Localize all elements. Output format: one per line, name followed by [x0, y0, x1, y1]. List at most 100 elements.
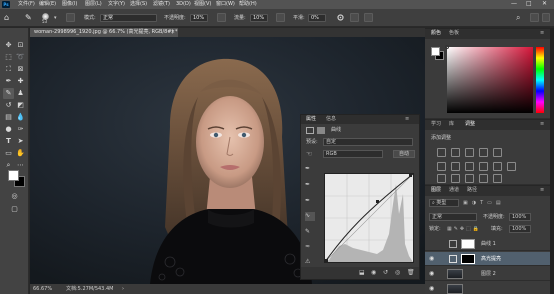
- menu-select[interactable]: 选择(S): [130, 2, 147, 7]
- dock-scrollbar[interactable]: [550, 28, 554, 294]
- black-white-icon[interactable]: [465, 162, 474, 171]
- posterize-icon[interactable]: [451, 174, 460, 183]
- menu-window[interactable]: 窗口(W): [216, 2, 235, 7]
- close-window-button[interactable]: ✕: [542, 1, 547, 7]
- layer-mask-thumbnail[interactable]: [461, 254, 475, 264]
- color-picker-cursor[interactable]: [445, 45, 449, 49]
- dodge-tool-icon[interactable]: ●: [3, 124, 14, 135]
- pencil-curve-icon[interactable]: ✎: [305, 228, 315, 237]
- sample-white-point-eyedropper-icon[interactable]: ✒: [305, 197, 315, 206]
- foreground-color-swatch-front[interactable]: [8, 170, 19, 181]
- layer-visibility-off-icon[interactable]: [429, 241, 435, 246]
- lasso-tool-icon[interactable]: ➰: [15, 52, 26, 63]
- frame-tool-icon[interactable]: ⊠: [15, 64, 26, 75]
- curves-graph[interactable]: [324, 173, 414, 263]
- opacity-input[interactable]: 10%: [190, 14, 208, 22]
- fill-input[interactable]: 100%: [509, 225, 531, 233]
- color-panel-menu-icon[interactable]: ≡: [540, 31, 544, 36]
- rectangle-tool-icon[interactable]: ▭: [3, 148, 14, 159]
- channel-select[interactable]: RGB: [323, 150, 383, 158]
- photo-filter-icon[interactable]: [479, 162, 488, 171]
- menu-help[interactable]: 帮助(H): [239, 2, 257, 7]
- layer-name[interactable]: 图层 2: [481, 272, 496, 277]
- on-image-adjust-icon[interactable]: ☜: [306, 150, 314, 158]
- maximize-button[interactable]: □: [526, 1, 532, 7]
- brush-tool-active-icon[interactable]: ✎: [3, 88, 14, 99]
- layer-row-selected[interactable]: ◉ 高光提亮: [425, 252, 550, 266]
- preset-select[interactable]: 自定: [323, 138, 413, 146]
- layer-row[interactable]: 曲线 1: [425, 237, 550, 251]
- hue-saturation-icon[interactable]: [437, 162, 446, 171]
- tab-swatches[interactable]: 色板: [449, 31, 459, 36]
- artboard-tool-icon[interactable]: ⊡: [15, 40, 26, 51]
- symmetry-icon[interactable]: [364, 13, 373, 22]
- blend-mode-select[interactable]: 正常: [429, 213, 477, 221]
- menu-image[interactable]: 图像(I): [62, 2, 77, 7]
- layers-panel-menu-icon[interactable]: ≡: [540, 188, 544, 193]
- curves-icon[interactable]: [465, 148, 474, 157]
- exposure-icon[interactable]: [479, 148, 488, 157]
- layer-name[interactable]: 曲线 1: [481, 242, 496, 247]
- menu-3d[interactable]: 3D(D): [176, 2, 191, 7]
- vibrance-icon[interactable]: [493, 148, 502, 157]
- sample-gray-point-eyedropper-icon[interactable]: ✒: [305, 181, 315, 190]
- minimize-button[interactable]: —: [511, 1, 517, 7]
- tab-paths[interactable]: 路径: [467, 188, 477, 193]
- status-more-icon[interactable]: ›: [122, 287, 124, 292]
- menu-file[interactable]: 文件(F): [18, 2, 35, 7]
- chevron-down-icon[interactable]: ▾: [54, 15, 57, 21]
- layer-mask-thumbnail[interactable]: [461, 239, 475, 249]
- brush-tool-icon[interactable]: ✎: [25, 13, 35, 23]
- clip-to-layer-icon[interactable]: ⬓: [359, 269, 365, 276]
- search-icon[interactable]: ⌕: [516, 13, 526, 23]
- type-tool-icon[interactable]: T: [3, 136, 14, 147]
- crop-tool-icon[interactable]: ⛶: [3, 64, 14, 75]
- tab-adjustments[interactable]: 调整: [465, 122, 475, 127]
- layer-filter-select[interactable]: ⌕ 类型: [429, 199, 459, 207]
- visibility-eye-icon[interactable]: ◎: [395, 269, 400, 276]
- menu-edit[interactable]: 编辑(E): [39, 2, 56, 7]
- threshold-icon[interactable]: [465, 174, 474, 183]
- brush-settings-panel-icon[interactable]: [66, 13, 75, 22]
- layer-visibility-eye-icon[interactable]: ◉: [429, 286, 435, 292]
- gradient-tool-icon[interactable]: ▤: [3, 112, 14, 123]
- layer-opacity-input[interactable]: 100%: [509, 213, 531, 221]
- levels-icon[interactable]: [451, 148, 460, 157]
- smoothing-options-gear-icon[interactable]: [336, 13, 345, 22]
- invert-icon[interactable]: [437, 174, 446, 183]
- color-lookup-icon[interactable]: [507, 162, 516, 171]
- screen-mode-icon[interactable]: ▢: [9, 204, 20, 215]
- auto-button[interactable]: 自动: [393, 150, 415, 158]
- home-icon[interactable]: ⌂: [4, 13, 12, 23]
- reset-icon[interactable]: ↺: [383, 269, 388, 276]
- smooth-curve-icon[interactable]: ≈: [305, 243, 315, 252]
- quick-mask-icon[interactable]: ◎: [9, 191, 20, 202]
- tab-properties[interactable]: 属性: [306, 117, 316, 122]
- clipping-warning-icon[interactable]: ⚠: [305, 258, 315, 267]
- flow-input[interactable]: 10%: [250, 14, 268, 22]
- brush-preset-picker[interactable]: 53: [40, 12, 52, 24]
- lock-icons[interactable]: ▦✎✥⬚🔒: [447, 227, 481, 232]
- selective-color-icon[interactable]: [479, 174, 488, 183]
- tab-info[interactable]: 信息: [326, 117, 336, 122]
- document-tab[interactable]: woman-2998996_1920.jpg @ 66.7% (高光提亮, RG…: [30, 28, 178, 37]
- curve-points-tool-icon[interactable]: ∿: [305, 212, 315, 221]
- move-tool-icon[interactable]: ✥: [3, 40, 14, 51]
- tab-libraries[interactable]: 库: [449, 122, 454, 127]
- hue-slider[interactable]: [536, 47, 544, 113]
- color-field[interactable]: [445, 45, 533, 113]
- eyedropper-tool-icon[interactable]: ✒: [3, 76, 14, 87]
- share-icon[interactable]: [542, 13, 550, 22]
- layer-thumbnail[interactable]: [447, 269, 463, 279]
- color-balance-icon[interactable]: [451, 162, 460, 171]
- brightness-contrast-icon[interactable]: [437, 148, 446, 157]
- gradient-map-icon[interactable]: [493, 174, 502, 183]
- delete-icon[interactable]: 🗑: [407, 269, 415, 276]
- hand-tool-icon[interactable]: ✋: [15, 148, 26, 159]
- color-fg-swatch-front[interactable]: [431, 47, 440, 56]
- marquee-tool-icon[interactable]: ⬚: [3, 52, 14, 63]
- menu-view[interactable]: 视图(V): [194, 2, 211, 7]
- layer-row[interactable]: ◉ 图层 2: [425, 267, 550, 281]
- sample-black-point-eyedropper-icon[interactable]: ✒: [305, 165, 315, 174]
- menu-filter[interactable]: 滤镜(T): [153, 2, 170, 7]
